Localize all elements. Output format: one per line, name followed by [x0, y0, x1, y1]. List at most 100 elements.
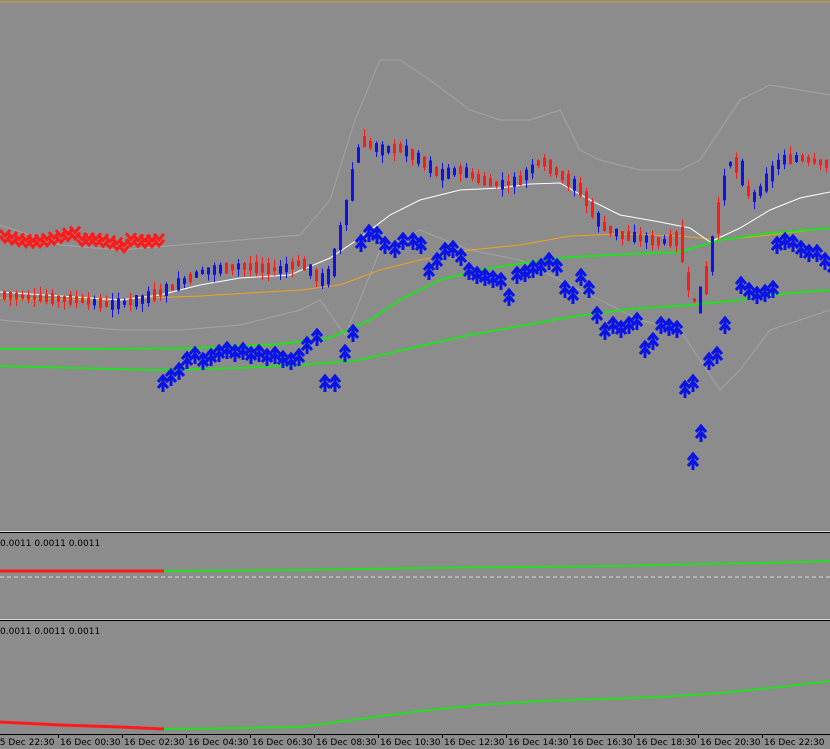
candle-body	[681, 226, 684, 263]
candle-body	[153, 289, 156, 301]
candle-body	[15, 292, 18, 300]
candle-body	[603, 221, 606, 232]
time-tick	[762, 735, 763, 738]
indicator-2-values: 0.0011 0.0011 0.0011	[0, 627, 101, 637]
candle-body	[675, 231, 678, 247]
time-label: 16 Dec 02:30	[124, 738, 185, 748]
up-arrow-icon	[310, 327, 324, 346]
candle-body	[801, 155, 804, 162]
candle-body	[141, 295, 144, 304]
candle-body	[459, 166, 462, 175]
up-arrow-icon	[502, 287, 516, 306]
candle-body	[147, 291, 150, 304]
time-axis: 15 Dec 22:30 16 Dec 00:30 16 Dec 02:30 1…	[0, 734, 830, 749]
candle-body	[3, 291, 6, 300]
candle-body	[93, 298, 96, 306]
candle-body	[363, 135, 366, 148]
up-arrow-icon	[598, 321, 612, 340]
candle-body	[489, 178, 492, 187]
candle-body	[633, 231, 636, 243]
candle-body	[387, 145, 390, 153]
up-arrow-icon	[164, 367, 178, 386]
up-arrow-icon	[694, 423, 708, 442]
up-arrow-icon	[678, 379, 692, 398]
candle-body	[735, 157, 738, 173]
up-arrow-icon	[188, 345, 202, 364]
candle-body	[273, 267, 276, 272]
up-arrow-icon	[670, 319, 684, 338]
up-arrow-icon	[558, 279, 572, 298]
up-arrow-icon	[172, 361, 186, 380]
candle-body	[597, 212, 600, 227]
candle-body	[195, 271, 198, 278]
time-tick	[314, 735, 315, 738]
time-label: 15 Dec 22:30	[0, 738, 55, 748]
candle-body	[99, 297, 102, 309]
candle-body	[507, 181, 510, 186]
candle-body	[165, 284, 168, 296]
candle-body	[555, 167, 558, 176]
candle-body	[795, 155, 798, 162]
candle-body	[51, 292, 54, 305]
candle-body	[747, 185, 750, 197]
candle-body	[501, 179, 504, 190]
up-arrow-icon	[566, 285, 580, 304]
candle-body	[285, 263, 288, 273]
candle-body	[465, 167, 468, 178]
candle-body	[561, 171, 564, 181]
indicator-pane-1[interactable]: 0.0011 0.0011 0.0011	[0, 532, 830, 619]
time-label: 16 Dec 22:30	[764, 738, 825, 748]
up-arrow-icon	[802, 243, 816, 262]
upper-band-line	[0, 59, 830, 251]
candle-body	[201, 269, 204, 275]
time-tick	[250, 735, 251, 738]
candle-body	[399, 144, 402, 153]
candle-body	[651, 235, 654, 246]
candle-body	[405, 145, 408, 157]
up-arrow-icon	[378, 235, 392, 254]
time-label: 16 Dec 00:30	[60, 738, 121, 748]
candle-body	[543, 157, 546, 167]
candle-body	[237, 263, 240, 270]
candle-body	[105, 301, 108, 307]
candle-body	[381, 144, 384, 156]
price-chart[interactable]	[0, 0, 830, 530]
up-arrow-icon	[328, 373, 342, 392]
candle-body	[825, 159, 828, 168]
candle-body	[9, 291, 12, 300]
candle-body	[345, 199, 348, 226]
candle-body	[189, 273, 192, 283]
candle-body	[585, 191, 588, 207]
up-arrow-icon	[686, 373, 700, 392]
candle-body	[429, 160, 432, 174]
time-tick	[58, 735, 59, 738]
candle-body	[87, 297, 90, 305]
candle-body	[57, 295, 60, 302]
candle-body	[807, 156, 810, 163]
indicator-2-down-line	[0, 720, 165, 731]
indicator-pane-2[interactable]: 0.0011 0.0011 0.0011	[0, 620, 830, 735]
candle-body	[525, 169, 528, 181]
indicator-1-values: 0.0011 0.0011 0.0011	[0, 539, 101, 549]
time-label: 16 Dec 16:30	[572, 738, 633, 748]
candle-body	[27, 294, 30, 300]
candle-body	[291, 261, 294, 270]
candle-body	[753, 192, 756, 202]
candle-body	[159, 289, 162, 296]
candle-body	[729, 162, 732, 166]
time-label: 16 Dec 08:30	[316, 738, 377, 748]
up-arrow-icon	[710, 345, 724, 364]
candle-body	[699, 286, 702, 314]
up-arrow-icon	[574, 267, 588, 286]
up-arrow-icon	[494, 271, 508, 290]
candle-body	[33, 295, 36, 300]
candle-body	[219, 264, 222, 274]
candle-body	[255, 261, 258, 274]
candle-body	[513, 176, 516, 187]
candle-body	[759, 186, 762, 196]
up-arrow-icon	[818, 251, 830, 270]
time-tick	[442, 735, 443, 738]
candle-body	[243, 262, 246, 270]
candle-body	[435, 166, 438, 176]
time-tick	[698, 735, 699, 738]
